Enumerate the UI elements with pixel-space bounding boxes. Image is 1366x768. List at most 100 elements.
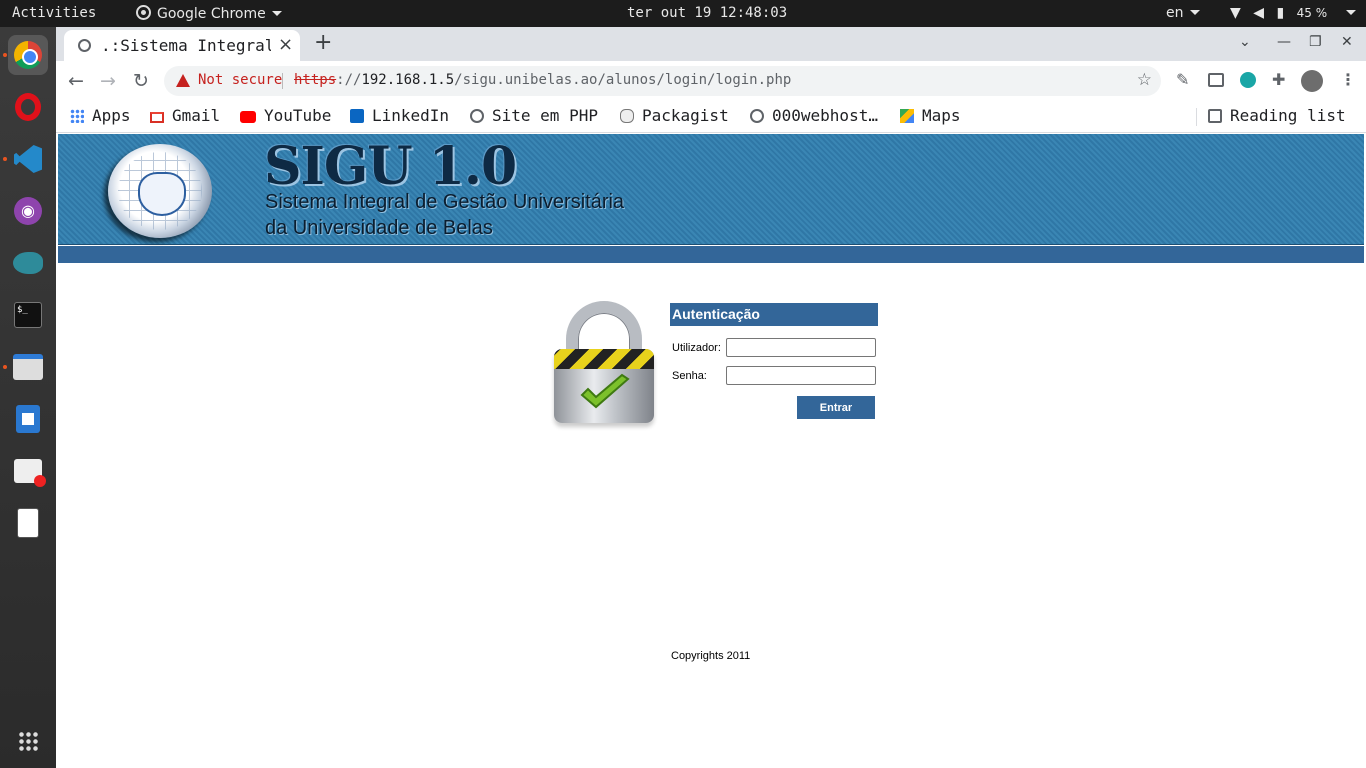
- battery-icon: ▮: [1276, 5, 1285, 21]
- packagist-icon: [620, 109, 634, 123]
- palette-extension-icon[interactable]: [1240, 72, 1256, 88]
- copyright-text: Copyrights 2011: [671, 650, 751, 662]
- restore-button[interactable]: ❐: [1309, 34, 1322, 50]
- more-menu-icon[interactable]: ⋮: [1340, 70, 1360, 90]
- volume-icon: ◀: [1253, 5, 1265, 21]
- new-tab-button[interactable]: +: [314, 30, 332, 55]
- bookmark-label: Gmail: [172, 106, 221, 125]
- password-label: Senha:: [672, 370, 707, 382]
- browser-tab[interactable]: .:Sistema Integral de Gestão Universitár…: [64, 30, 300, 61]
- bookmark-label: Maps: [922, 106, 961, 125]
- usb-drive-icon: [17, 508, 39, 538]
- bookmark-packagist[interactable]: Packagist: [620, 106, 729, 125]
- bookmark-site-em-php[interactable]: Site em PHP: [470, 106, 598, 125]
- dock-opera[interactable]: [8, 87, 48, 127]
- bookmark-apps[interactable]: Apps: [70, 106, 131, 125]
- screenshot-extension-icon[interactable]: [1208, 73, 1224, 87]
- forward-button[interactable]: →: [100, 70, 116, 92]
- chrome-icon: [136, 5, 151, 20]
- globe-icon: [78, 39, 91, 52]
- dock-files[interactable]: [8, 347, 48, 387]
- eyedropper-extension-icon[interactable]: ✎: [1176, 70, 1196, 90]
- warning-icon: [176, 74, 190, 87]
- banner-title: SIGU 1.0: [264, 136, 517, 197]
- login-form: Autenticação Utilizador: Senha: Entrar: [670, 303, 878, 421]
- app-menu[interactable]: Google Chrome: [136, 5, 282, 23]
- security-label[interactable]: Not secure: [198, 72, 282, 88]
- profile-avatar[interactable]: [1301, 70, 1323, 92]
- tab-search-button[interactable]: ⌄: [1239, 34, 1251, 50]
- dock-terminal[interactable]: $_: [8, 295, 48, 335]
- minimize-button[interactable]: —: [1277, 34, 1291, 50]
- header-stripe: [58, 246, 1364, 263]
- login-heading: Autenticação: [670, 303, 878, 326]
- show-applications-button[interactable]: [8, 721, 48, 761]
- username-input[interactable]: [726, 338, 876, 357]
- dock-chrome[interactable]: [8, 35, 48, 75]
- extensions-puzzle-icon[interactable]: ✚: [1272, 70, 1292, 90]
- password-input[interactable]: [726, 366, 876, 385]
- dock-vscode[interactable]: [8, 139, 48, 179]
- back-button[interactable]: ←: [68, 70, 84, 92]
- chevron-down-icon: [271, 11, 282, 16]
- url-scheme: https: [294, 72, 337, 88]
- apps-grid-icon: [70, 109, 84, 123]
- divider: [282, 73, 283, 89]
- dock-mysql-workbench[interactable]: [8, 243, 48, 283]
- url-host: 192.168.1.5: [361, 72, 455, 88]
- gmail-icon: [150, 112, 164, 123]
- vscode-icon: [14, 145, 42, 173]
- bookmark-star-icon[interactable]: ☆: [1137, 70, 1152, 90]
- bookmark-maps[interactable]: Maps: [900, 106, 961, 125]
- battery-percent: 45 %: [1296, 6, 1328, 20]
- dock-github[interactable]: ◉: [8, 191, 48, 231]
- username-label: Utilizador:: [672, 342, 721, 354]
- chrome-icon: [14, 41, 42, 69]
- padlock-body: [554, 349, 654, 423]
- libreoffice-writer-icon: [16, 405, 40, 433]
- running-indicator: [3, 53, 7, 57]
- show-applications-icon: [18, 731, 38, 751]
- terminal-icon: $_: [14, 302, 42, 328]
- reading-list-icon: [1208, 109, 1222, 123]
- chevron-down-icon: [1189, 10, 1200, 15]
- bookmark-label: YouTube: [264, 106, 332, 125]
- bookmark-youtube[interactable]: YouTube: [240, 106, 331, 125]
- address-bar[interactable]: Not secure https://192.168.1.5/sigu.unib…: [164, 66, 1161, 96]
- globe-icon: [750, 109, 764, 123]
- language-label: en: [1166, 5, 1184, 21]
- dock: ◉ $_: [0, 27, 56, 768]
- youtube-icon: [240, 111, 256, 123]
- divider: [1196, 108, 1197, 126]
- bookmark-gmail[interactable]: Gmail: [150, 106, 220, 125]
- app-menu-label: Google Chrome: [157, 6, 266, 22]
- close-window-button[interactable]: ✕: [1341, 34, 1353, 50]
- clock[interactable]: ter out 19 12:48:03: [627, 5, 787, 22]
- close-tab-button[interactable]: ×: [278, 34, 293, 55]
- linkedin-icon: [350, 109, 364, 123]
- system-menu[interactable]: ▼ ◀ ▮ 45 %: [1230, 5, 1364, 22]
- header-banner: SIGU 1.0 Sistema Integral de Gestão Univ…: [58, 134, 1364, 245]
- bookmark-label: Site em PHP: [492, 106, 598, 125]
- reading-list-button[interactable]: Reading list: [1208, 106, 1346, 125]
- bookmark-linkedin[interactable]: LinkedIn: [350, 106, 449, 125]
- reload-button[interactable]: ↻: [133, 70, 149, 92]
- url-text[interactable]: https://192.168.1.5/sigu.unibelas.ao/alu…: [294, 72, 791, 88]
- bookmark-label: Packagist: [642, 106, 729, 125]
- wifi-icon: ▼: [1230, 5, 1241, 21]
- tab-strip: .:Sistema Integral de Gestão Universitár…: [56, 27, 1366, 61]
- dock-writer[interactable]: [8, 399, 48, 439]
- login-button[interactable]: Entrar: [797, 396, 875, 419]
- dock-usb-drive[interactable]: [8, 503, 48, 543]
- bookmark-000webhost[interactable]: 000webhost…: [750, 106, 878, 125]
- dock-software-store[interactable]: [8, 451, 48, 491]
- language-menu[interactable]: en: [1166, 5, 1200, 22]
- bookmark-label: 000webhost…: [772, 106, 878, 125]
- bookmark-label: Apps: [92, 106, 131, 125]
- activities-button[interactable]: Activities: [12, 5, 96, 22]
- github-desktop-icon: ◉: [14, 197, 42, 225]
- opera-icon: [15, 93, 41, 121]
- system-top-bar: Activities Google Chrome ter out 19 12:4…: [0, 0, 1366, 27]
- bookmark-label: LinkedIn: [372, 106, 450, 125]
- university-logo: [108, 144, 212, 238]
